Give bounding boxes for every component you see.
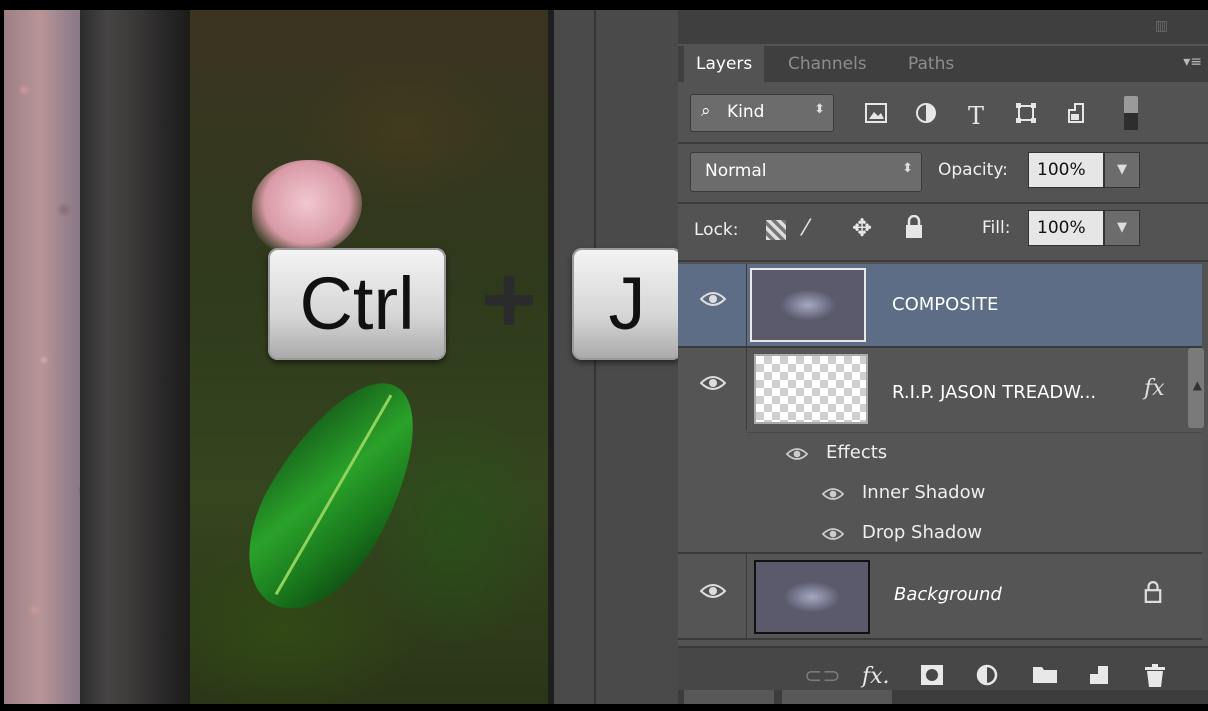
image-filter-icon[interactable]	[862, 102, 890, 130]
search-icon: ⌕	[701, 101, 711, 121]
lock-label: Lock:	[694, 220, 739, 240]
j-key-overlay: J	[572, 248, 682, 360]
eye-icon[interactable]	[699, 290, 727, 313]
ctrl-key-overlay: Ctrl	[268, 248, 446, 360]
layer-thumbnail	[754, 560, 870, 634]
effect-drop-shadow[interactable]: Drop Shadow	[862, 522, 982, 543]
fill-dropdown-arrow[interactable]: ▼	[1104, 210, 1140, 246]
smart-object-filter-icon[interactable]	[1062, 102, 1090, 130]
panel-top-bar: ▥	[678, 10, 1208, 44]
tab-channels[interactable]: Channels	[776, 46, 879, 82]
effects-label[interactable]: Effects	[826, 442, 887, 463]
video-frame: Ctrl + J ▥ Layers Channels Paths ▾≡ ⌕ Ki…	[4, 10, 1208, 704]
lock-all-icon[interactable]	[904, 214, 924, 243]
lock-icon	[1144, 580, 1162, 609]
sub-panel-tabs	[678, 690, 1208, 704]
adjustment-layer-icon[interactable]	[976, 664, 1000, 692]
panel-menu-icon[interactable]: ▾≡	[1183, 54, 1202, 70]
separator	[678, 202, 1208, 204]
visibility-cell[interactable]	[678, 554, 747, 638]
eye-icon[interactable]	[821, 486, 845, 507]
filter-kind-select[interactable]: ⌕ Kind ⬍	[690, 94, 834, 132]
sub-tab[interactable]	[684, 690, 774, 704]
plus-sign-overlay: +	[480, 246, 538, 353]
layer-thumbnail	[754, 354, 868, 424]
blend-mode-value: Normal	[705, 161, 767, 181]
panel-tabs: Layers Channels Paths ▾≡	[678, 46, 1208, 82]
tree-bark	[80, 10, 190, 704]
tab-layers[interactable]: Layers	[684, 46, 765, 82]
eye-icon[interactable]	[785, 446, 809, 467]
opacity-dropdown-arrow[interactable]: ▼	[1104, 152, 1140, 188]
eye-icon[interactable]	[821, 526, 845, 547]
layer-thumbnail	[750, 268, 866, 342]
adjustment-filter-icon[interactable]	[912, 102, 940, 130]
fx-icon[interactable]: fx	[1144, 376, 1165, 401]
add-layer-style-icon[interactable]: fx.	[862, 664, 890, 689]
layer-row-background[interactable]: Background	[678, 554, 1202, 640]
pink-blossom	[252, 160, 362, 255]
scroll-up-arrow-icon[interactable]: ▲	[1193, 378, 1202, 392]
layers-panel: ▥ Layers Channels Paths ▾≡ ⌕ Kind ⬍ T No…	[678, 10, 1208, 704]
layer-row-text[interactable]: R.I.P. JASON TREADW... fx Effects Inner …	[678, 348, 1202, 554]
eye-icon[interactable]	[699, 582, 727, 605]
eye-icon[interactable]	[699, 374, 727, 397]
visibility-cell[interactable]	[678, 264, 747, 346]
link-layers-icon[interactable]: ⊂⊃	[804, 664, 841, 689]
type-filter-icon[interactable]: T	[962, 102, 990, 130]
lock-paint-icon[interactable]: ⁄	[804, 216, 808, 241]
lock-position-icon[interactable]: ✥	[852, 214, 872, 242]
opacity-label: Opacity:	[938, 160, 1008, 180]
layer-name[interactable]: R.I.P. JASON TREADW...	[892, 382, 1096, 403]
new-layer-icon[interactable]	[1088, 664, 1110, 692]
new-group-folder-icon[interactable]	[1032, 664, 1058, 690]
green-leaf	[219, 356, 449, 634]
opacity-input[interactable]: 100%	[1028, 152, 1104, 188]
shape-filter-icon[interactable]	[1012, 102, 1040, 130]
separator	[678, 142, 1208, 144]
effect-inner-shadow[interactable]: Inner Shadow	[862, 482, 985, 503]
layer-row-composite[interactable]: COMPOSITE	[678, 264, 1202, 348]
lock-transparent-icon[interactable]	[766, 220, 786, 240]
chevron-updown-icon: ⬍	[814, 102, 825, 117]
blend-mode-select[interactable]: Normal ⬍	[690, 152, 922, 192]
sub-tab[interactable]	[782, 690, 892, 704]
add-mask-icon[interactable]	[920, 664, 944, 692]
panel-grip-icon[interactable]: ▥	[1155, 18, 1168, 34]
layer-name[interactable]: Background	[894, 584, 1002, 605]
separator	[678, 260, 1208, 262]
fill-input[interactable]: 100%	[1028, 210, 1104, 246]
filter-kind-label: Kind	[727, 102, 765, 122]
tab-paths[interactable]: Paths	[896, 46, 966, 82]
layer-name[interactable]: COMPOSITE	[892, 294, 998, 315]
visibility-cell[interactable]	[678, 348, 747, 430]
filter-toggle-switch[interactable]	[1124, 96, 1138, 130]
fill-label: Fill:	[982, 218, 1011, 238]
chevron-updown-icon: ⬍	[902, 161, 913, 176]
